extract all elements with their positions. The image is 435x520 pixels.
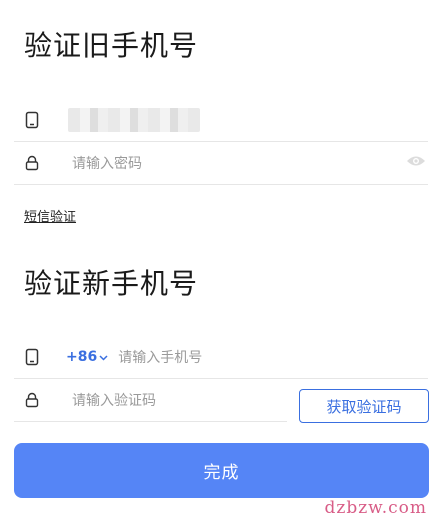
watermark: dzbzw.com bbox=[324, 498, 427, 518]
old-phone-row bbox=[14, 98, 428, 142]
get-code-button[interactable]: 获取验证码 bbox=[299, 389, 429, 423]
phone-icon bbox=[22, 347, 42, 367]
lock-icon bbox=[22, 153, 42, 173]
eye-icon[interactable] bbox=[406, 153, 426, 172]
masked-phone-number bbox=[68, 107, 200, 132]
password-input[interactable]: 请输入密码 bbox=[72, 153, 142, 173]
lock-icon bbox=[22, 390, 42, 410]
new-phone-row[interactable]: +86 请输入手机号 bbox=[14, 335, 428, 379]
done-button[interactable]: 完成 bbox=[14, 443, 429, 498]
phone-icon bbox=[22, 110, 42, 130]
sms-verify-link[interactable]: 短信验证 bbox=[24, 206, 76, 225]
verification-code-row[interactable]: 请输入验证码 bbox=[14, 378, 287, 422]
change-phone-page: 验证旧手机号 请输入密码 短信验证 验证新手机号 +86 请输入手机号 请输入验… bbox=[0, 0, 435, 520]
password-row[interactable]: 请输入密码 bbox=[14, 141, 428, 185]
country-code-selector[interactable]: +86 bbox=[66, 349, 108, 365]
chevron-down-icon bbox=[99, 349, 108, 365]
new-phone-title: 验证新手机号 bbox=[24, 267, 199, 300]
verification-code-input[interactable]: 请输入验证码 bbox=[72, 390, 156, 410]
country-code-label: +86 bbox=[66, 348, 98, 365]
old-phone-title: 验证旧手机号 bbox=[24, 29, 199, 62]
new-phone-input[interactable]: 请输入手机号 bbox=[118, 347, 202, 367]
